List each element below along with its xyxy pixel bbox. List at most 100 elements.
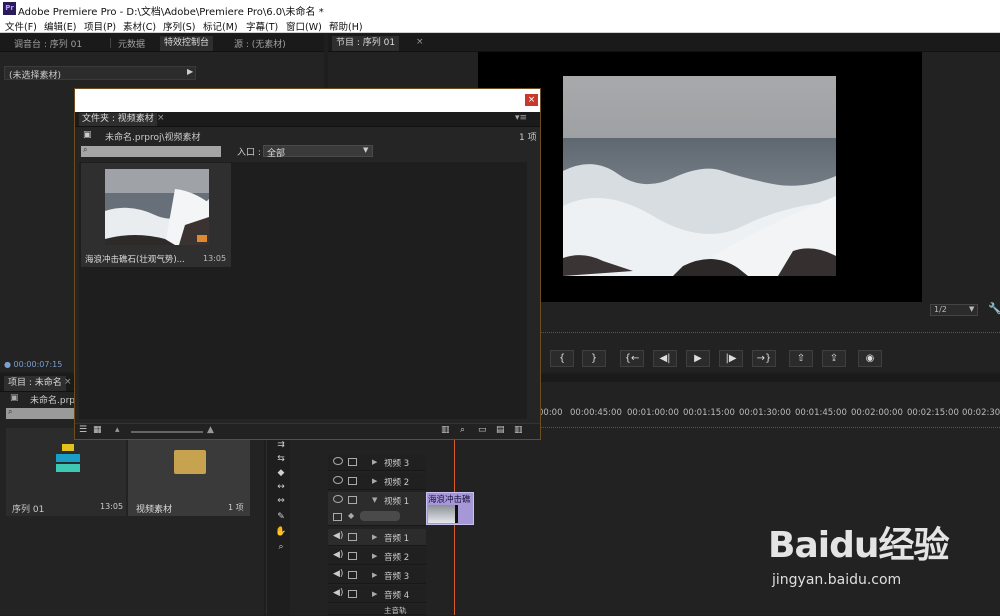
mark-in-button[interactable]: { xyxy=(550,350,574,367)
audio-track-4[interactable]: ◀) ▶ 音频 4 xyxy=(328,586,426,603)
collapse-triangle-icon[interactable]: ▼ xyxy=(372,496,377,504)
audio-track-3[interactable]: ◀) ▶ 音频 3 xyxy=(328,567,426,584)
arrow-right-icon[interactable]: ▶ xyxy=(187,67,193,76)
sync-lock-icon[interactable] xyxy=(348,552,357,560)
tab-project[interactable]: 项目 : 未命名 xyxy=(4,376,66,391)
sync-lock-icon[interactable] xyxy=(348,571,357,579)
eye-icon[interactable] xyxy=(333,457,343,465)
pen-icon[interactable]: ✎ xyxy=(275,512,287,523)
master-track[interactable]: 主音轨 xyxy=(328,605,426,615)
slip-icon[interactable]: ↔ xyxy=(275,482,287,493)
expand-triangle-icon[interactable]: ▶ xyxy=(372,590,377,598)
close-tab-icon[interactable]: × xyxy=(157,113,165,123)
track-label: 主音轨 xyxy=(384,606,407,615)
list-view-icon[interactable]: ☰ xyxy=(79,425,87,435)
wrench-icon[interactable]: 🔧 xyxy=(988,302,1000,315)
video-track-3[interactable]: ▶ 视频 3 xyxy=(328,454,426,471)
menu-file[interactable]: 文件(F) xyxy=(5,19,37,33)
razor-icon[interactable]: ◆ xyxy=(275,468,287,479)
hand-icon[interactable]: ✋ xyxy=(275,527,287,538)
display-style-icon[interactable] xyxy=(333,513,342,521)
eye-icon[interactable] xyxy=(333,495,343,503)
menu-window[interactable]: 窗口(W) xyxy=(286,19,322,33)
folder-item[interactable]: 视频素材 1 项 xyxy=(128,428,250,516)
tab-folder[interactable]: 文件夹 : 视频素材 xyxy=(79,113,157,126)
sync-lock-icon[interactable] xyxy=(348,477,357,485)
entry-select[interactable]: 全部 ▼ xyxy=(263,145,373,159)
expand-triangle-icon[interactable]: ▶ xyxy=(372,552,377,560)
menu-edit[interactable]: 编辑(E) xyxy=(44,19,76,33)
scrollbar[interactable] xyxy=(529,162,539,419)
dialog-titlebar[interactable]: × xyxy=(75,89,540,112)
trash-icon[interactable]: ▥ xyxy=(514,425,523,435)
speaker-icon[interactable]: ◀) xyxy=(333,550,343,560)
keyframe-icon[interactable]: ◆ xyxy=(348,511,354,520)
new-bin-icon[interactable]: ▭ xyxy=(478,425,487,435)
mark-out-button[interactable]: } xyxy=(582,350,606,367)
expand-triangle-icon[interactable]: ▶ xyxy=(372,571,377,579)
eye-icon[interactable] xyxy=(333,476,343,484)
speaker-icon[interactable]: ◀) xyxy=(333,531,343,541)
menu-help[interactable]: 帮助(H) xyxy=(329,19,363,33)
expand-triangle-icon[interactable]: ▶ xyxy=(372,477,377,485)
lift-icon[interactable]: ⇧ xyxy=(789,350,813,367)
find-icon[interactable]: ⌕ xyxy=(460,425,465,435)
zoom-icon[interactable]: ⌕ xyxy=(275,542,287,553)
ripple-edit-icon[interactable]: ⇆ xyxy=(275,454,287,465)
menu-project[interactable]: 项目(P) xyxy=(84,19,116,33)
speaker-icon[interactable]: ◀) xyxy=(333,588,343,598)
timecode[interactable]: ● 00:00:07:15 xyxy=(4,360,62,369)
expand-triangle-icon[interactable]: ▶ xyxy=(372,458,377,466)
project-search-input[interactable]: ⌕ xyxy=(6,407,76,419)
export-frame-camera-icon[interactable]: ◉ xyxy=(858,350,882,367)
menu-title[interactable]: 字幕(T) xyxy=(246,19,278,33)
menu-marker[interactable]: 标记(M) xyxy=(203,19,238,33)
sync-lock-icon[interactable] xyxy=(348,496,357,504)
icon-view-icon[interactable]: ▦ xyxy=(93,425,102,435)
speaker-icon[interactable]: ◀) xyxy=(333,569,343,579)
menu-clip[interactable]: 素材(C) xyxy=(123,19,156,33)
audio-track-2[interactable]: ◀) ▶ 音频 2 xyxy=(328,548,426,565)
slide-icon[interactable]: ⇔ xyxy=(275,496,287,507)
close-tab-icon[interactable]: × xyxy=(416,37,424,47)
zoom-select[interactable]: 1/2 ▼ xyxy=(930,304,978,316)
new-item-icon[interactable]: ▤ xyxy=(496,425,505,435)
zoom-slider[interactable] xyxy=(131,431,203,433)
tab-audio-mixer[interactable]: 调音台 : 序列 01 xyxy=(14,37,82,50)
go-to-in-icon[interactable]: {← xyxy=(620,350,644,367)
menu-sequence[interactable]: 序列(S) xyxy=(163,19,195,33)
clip-name: 海浪冲击礁石(壮观气势)... xyxy=(85,255,185,265)
sequence-item[interactable]: 序列 01 13:05 xyxy=(6,428,126,516)
tab-effect-controls[interactable]: 特效控制台 xyxy=(160,36,214,51)
close-tab-icon[interactable]: × xyxy=(64,377,72,387)
zoom-out-icon[interactable]: ▴ xyxy=(115,425,120,435)
sync-lock-icon[interactable] xyxy=(348,590,357,598)
step-back-icon[interactable]: ◀| xyxy=(653,350,677,367)
sync-lock-icon[interactable] xyxy=(348,533,357,541)
bin-content: 海浪冲击礁石(壮观气势)... 13:05 xyxy=(79,162,539,419)
clip-item[interactable]: 海浪冲击礁石(壮观气势)... 13:05 xyxy=(81,163,231,267)
playhead[interactable] xyxy=(454,436,455,615)
play-icon[interactable]: ▶ xyxy=(686,350,710,367)
go-to-out-icon[interactable]: →} xyxy=(752,350,776,367)
video-track-2[interactable]: ▶ 视频 2 xyxy=(328,473,426,490)
dialog-search-input[interactable]: ⌕ xyxy=(81,145,221,157)
track-select-icon[interactable]: ⇉ xyxy=(275,440,287,451)
audio-track-1[interactable]: ◀) ▶ 音频 1 xyxy=(328,529,426,546)
timeline-clip[interactable]: 海浪冲击礁 xyxy=(426,492,474,525)
extract-icon[interactable]: ⇪ xyxy=(822,350,846,367)
step-forward-icon[interactable]: |▶ xyxy=(719,350,743,367)
automate-icon[interactable]: ▥ xyxy=(441,425,450,435)
zoom-in-icon[interactable]: ▲ xyxy=(207,425,214,435)
video-frame xyxy=(478,52,922,302)
video-track-1[interactable]: ▼ 视频 1 ◆ xyxy=(328,492,426,526)
tab-metadata[interactable]: 元数据 xyxy=(118,37,145,50)
tab-program[interactable]: 节目 : 序列 01 xyxy=(332,36,400,51)
expand-triangle-icon[interactable]: ▶ xyxy=(372,533,377,541)
timeline-ruler[interactable]: 00:00 00:00:45:00 00:01:00:00 00:01:15:0… xyxy=(538,408,1000,420)
panel-menu-icon[interactable]: ▾≡ xyxy=(515,113,527,123)
tab-source[interactable]: 源 : (无素材) xyxy=(234,37,286,50)
keyframe-nav[interactable] xyxy=(360,511,400,521)
sync-lock-icon[interactable] xyxy=(348,458,357,466)
close-icon[interactable]: × xyxy=(525,94,538,106)
